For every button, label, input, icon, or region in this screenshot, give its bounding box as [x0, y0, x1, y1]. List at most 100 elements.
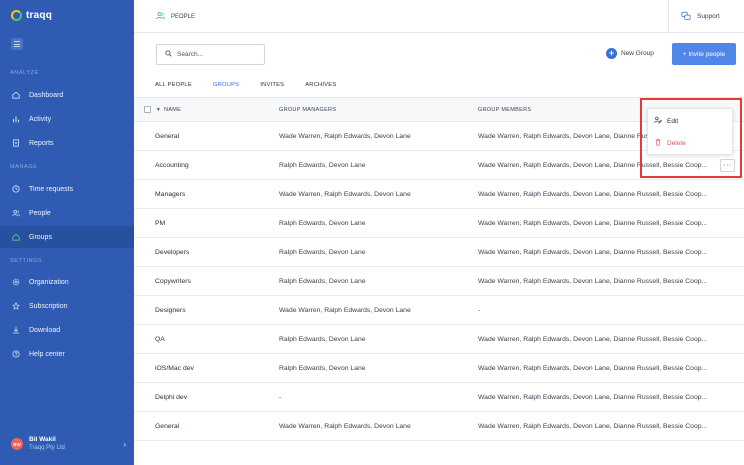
group-name[interactable]: Designers [155, 307, 186, 314]
user-profile[interactable]: BW Bil Wakil Traqq Pty Ltd › [11, 435, 126, 453]
download-icon [12, 326, 20, 334]
tab-all-people[interactable]: ALL PEOPLE [155, 80, 192, 98]
plus-icon: + [606, 48, 617, 59]
group-name[interactable]: iOS/Mac dev [155, 365, 194, 372]
chevron-right-icon: › [123, 439, 126, 449]
sort-icon: ▾ [157, 106, 161, 113]
trash-icon [654, 138, 662, 148]
support-label: Support [697, 13, 720, 20]
delete-label: Delete [667, 139, 686, 147]
document-icon [12, 139, 20, 147]
sidebar-item-label: Dashboard [29, 91, 64, 99]
group-managers: Ralph Edwards, Devon Lane [279, 161, 366, 169]
tab-groups[interactable]: GROUPS [212, 80, 240, 98]
search-input[interactable] [177, 51, 257, 58]
section-label-settings: SETTINGS [10, 258, 43, 264]
table-row[interactable]: Copywriters Ralph Edwards, Devon Lane Wade… [134, 267, 744, 296]
group-managers: Ralph Edwards, Devon Lane [279, 219, 366, 227]
bar-chart-icon [12, 115, 20, 123]
sidebar-item-activity[interactable]: Activity [0, 108, 134, 130]
breadcrumb: PEOPLE [156, 11, 195, 22]
new-group-label: New Group [621, 50, 654, 57]
app-name: traqq [26, 10, 52, 21]
avatar: BW [11, 438, 23, 450]
people-icon [12, 209, 20, 217]
sidebar-item-groups[interactable]: Groups [0, 226, 134, 248]
group-members: Wade Warren, Ralph Edwards, Devon Lane, … [478, 277, 708, 285]
table-row[interactable]: PM Ralph Edwards, Devon Lane Wade Warren, … [134, 209, 744, 238]
page-title: PEOPLE [171, 13, 196, 20]
group-members: Wade Warren, Ralph Edwards, Devon Lane, … [478, 248, 708, 256]
group-name[interactable]: QA [155, 336, 165, 343]
table-row[interactable]: Delphi dev - Wade Warren, Ralph Edwards, D… [134, 383, 744, 412]
sidebar-item-reports[interactable]: Reports [0, 132, 134, 154]
sidebar-item-label: Download [29, 326, 61, 334]
chat-icon [681, 11, 691, 23]
group-members: Wade Warren, Ralph Edwards, Devon Lane, … [478, 422, 708, 430]
group-name[interactable]: General [155, 423, 179, 430]
row-context-menu: Edit Delete [647, 108, 733, 155]
group-managers: Ralph Edwards, Devon Lane [279, 364, 366, 372]
group-name[interactable]: Managers [155, 191, 185, 198]
sidebar-item-organization[interactable]: Organization [0, 271, 134, 293]
group-name[interactable]: General [155, 133, 179, 140]
search-box[interactable] [156, 44, 265, 65]
clock-icon [12, 185, 20, 193]
edit-menu-item[interactable]: Edit [648, 110, 732, 132]
group-name[interactable]: Accounting [155, 162, 189, 169]
sidebar-item-download[interactable]: Download [0, 319, 134, 341]
group-name[interactable]: Copywriters [155, 278, 191, 285]
sidebar-item-label: Time requests [29, 185, 74, 193]
sidebar-item-people[interactable]: People [0, 202, 134, 224]
select-all-checkbox[interactable] [144, 106, 151, 113]
table-row[interactable]: QA Ralph Edwards, Devon Lane Wade Warren, … [134, 325, 744, 354]
edit-label: Edit [667, 117, 679, 125]
group-managers: Ralph Edwards, Devon Lane [279, 277, 366, 285]
group-name[interactable]: PM [155, 220, 165, 227]
delete-menu-item[interactable]: Delete [648, 132, 732, 154]
user-organization: Traqq Pty Ltd [29, 445, 65, 451]
support-button[interactable]: Support [668, 0, 720, 33]
people-icon [156, 11, 165, 22]
column-header-managers: GROUP MANAGERS [279, 106, 337, 113]
group-members: Wade Warren, Ralph Edwards, Devon Lane, … [478, 335, 708, 343]
sidebar-item-time-requests[interactable]: Time requests [0, 178, 134, 200]
sidebar-item-subscription[interactable]: Subscription [0, 295, 134, 317]
edit-user-icon [654, 116, 662, 126]
table-row[interactable]: iOS/Mac dev Ralph Edwards, Devon Lane Wade… [134, 354, 744, 383]
table-row[interactable]: General Wade Warren, Ralph Edwards, Devon… [134, 412, 744, 441]
tab-invites[interactable]: INVITES [260, 80, 284, 98]
search-icon [165, 50, 172, 59]
home-icon [12, 91, 20, 99]
star-icon [12, 302, 20, 310]
section-label-analyze: ANALYZE [10, 70, 39, 76]
user-name: Bil Wakil [29, 436, 56, 443]
tab-archives[interactable]: ARCHIVES [305, 80, 336, 98]
top-bar: PEOPLE Support [134, 0, 744, 33]
sidebar-toggle-button[interactable] [11, 38, 23, 50]
sidebar-item-label: Groups [29, 233, 52, 241]
group-managers: Ralph Edwards, Devon Lane [279, 335, 366, 343]
app-logo[interactable]: traqq [11, 10, 52, 21]
table-row[interactable]: Developers Ralph Edwards, Devon Lane Wade … [134, 238, 744, 267]
sidebar-item-label: Organization [29, 278, 69, 286]
column-header-name[interactable]: ▾ NAME [157, 107, 181, 113]
gear-icon [12, 278, 20, 286]
group-managers: Ralph Edwards, Devon Lane [279, 248, 366, 256]
sidebar-item-label: Subscription [29, 302, 68, 310]
group-name[interactable]: Delphi dev [155, 394, 187, 401]
sidebar-item-dashboard[interactable]: Dashboard [0, 84, 134, 106]
logo-icon [11, 10, 22, 21]
group-managers: - [279, 393, 282, 401]
sidebar-item-label: Reports [29, 139, 54, 147]
table-row[interactable]: Designers Wade Warren, Ralph Edwards, Dev… [134, 296, 744, 325]
group-members: Wade Warren, Ralph Edwards, Devon Lane, … [478, 190, 708, 198]
table-row[interactable]: Managers Wade Warren, Ralph Edwards, Devo… [134, 180, 744, 209]
group-managers: Wade Warren, Ralph Edwards, Devon Lane [279, 422, 411, 430]
sidebar-item-help-center[interactable]: Help center [0, 343, 134, 365]
new-group-button[interactable]: + New Group [606, 48, 654, 59]
sidebar: traqq ANALYZE Dashboard Activity Reports… [0, 0, 134, 465]
group-members: Wade Warren, Ralph Edwards, Devon Lane, … [478, 364, 708, 372]
group-name[interactable]: Developers [155, 249, 189, 256]
invite-people-button[interactable]: + Invite people [672, 43, 736, 65]
